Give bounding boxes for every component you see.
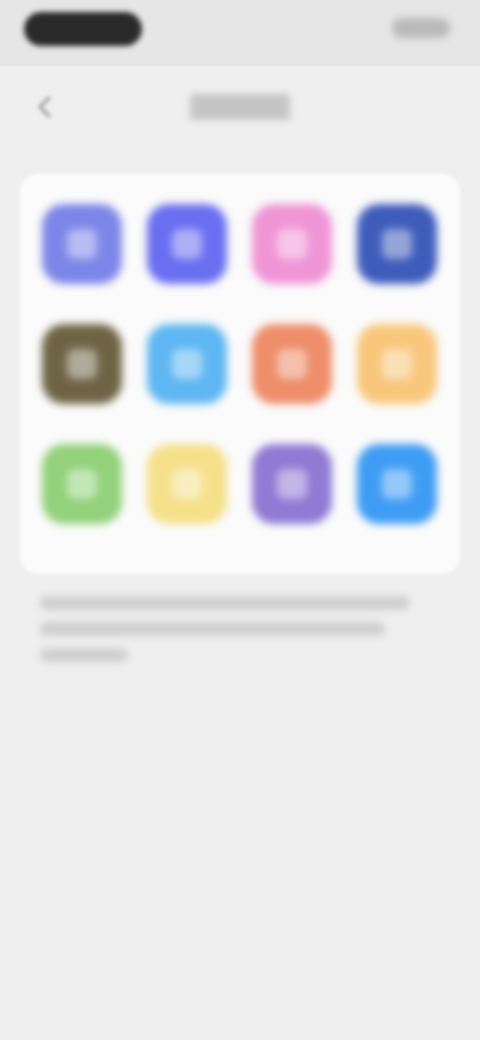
page-title <box>190 94 290 120</box>
app-icon-10[interactable] <box>147 444 227 524</box>
app-icon-1[interactable] <box>42 204 122 284</box>
description-text <box>40 596 440 674</box>
app-icon-5[interactable] <box>42 324 122 404</box>
app-icon-6[interactable] <box>147 324 227 404</box>
back-arrow-icon[interactable] <box>30 92 60 122</box>
status-indicators <box>392 18 450 38</box>
status-bar <box>0 0 480 66</box>
app-icon-11[interactable] <box>252 444 332 524</box>
description-line <box>40 596 410 610</box>
app-icon-4[interactable] <box>357 204 437 284</box>
app-icon-9[interactable] <box>42 444 122 524</box>
description-line <box>40 622 385 636</box>
app-icon-12[interactable] <box>357 444 437 524</box>
app-icon-3[interactable] <box>252 204 332 284</box>
nav-bar <box>0 66 480 152</box>
app-icon-grid <box>42 204 438 552</box>
app-icon-8[interactable] <box>357 324 437 404</box>
description-line <box>40 648 128 662</box>
app-icon-card <box>20 174 460 574</box>
app-icon-2[interactable] <box>147 204 227 284</box>
status-time-pill <box>24 12 142 46</box>
app-icon-7[interactable] <box>252 324 332 404</box>
